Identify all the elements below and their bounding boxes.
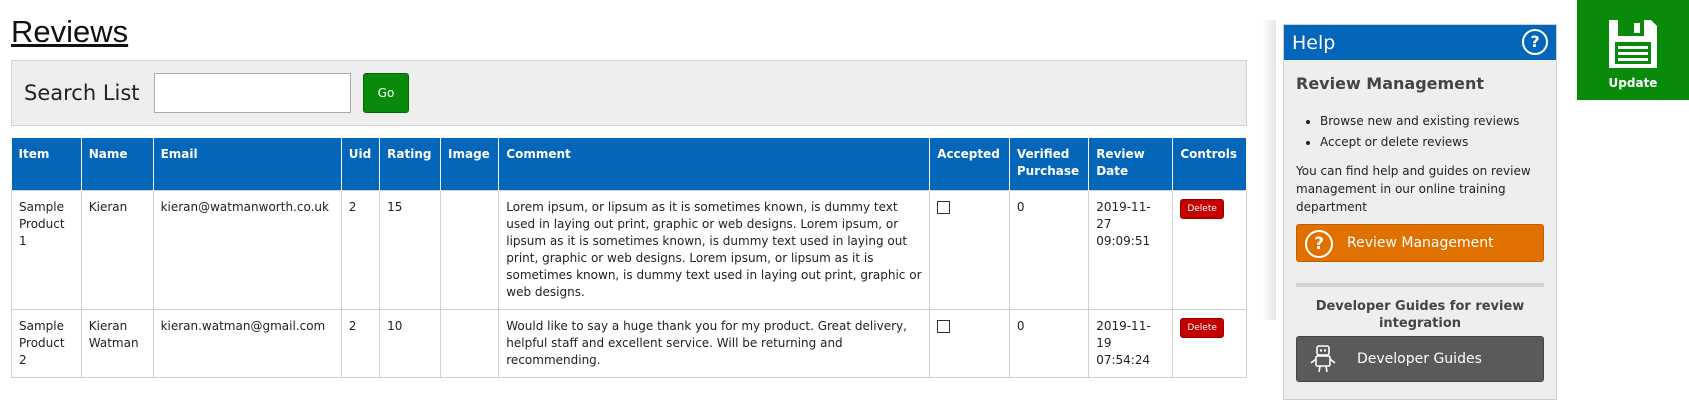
developer-guides-button[interactable]: Developer Guides: [1296, 336, 1544, 382]
help-question-icon[interactable]: ?: [1522, 29, 1548, 55]
column-header-review-date[interactable]: Review Date: [1088, 138, 1174, 190]
cell-image: [439, 308, 500, 378]
update-button-label: Update: [1608, 76, 1658, 90]
column-header-accepted[interactable]: Accepted: [929, 138, 1010, 190]
question-circle-icon: ?: [1305, 230, 1333, 258]
accepted-checkbox[interactable]: [937, 319, 951, 333]
cell-review-date: 2019-11-27 09:09:51: [1088, 189, 1174, 310]
column-header-email[interactable]: Email: [153, 138, 342, 190]
help-bullet: Browse new and existing reviews: [1320, 111, 1519, 132]
table-row: Sample Product 2 Kieran Watman kieran.wa…: [11, 308, 1247, 378]
cell-rating: 15: [379, 189, 441, 310]
column-header-item[interactable]: Item: [11, 138, 82, 190]
help-bullet-list: Browse new and existing reviews Accept o…: [1296, 111, 1519, 153]
help-section-title: Review Management: [1296, 74, 1485, 93]
cell-verified: 0: [1008, 308, 1090, 378]
reviews-table-wrap: Item Name Email Uid Rating Image Comment…: [11, 138, 1247, 378]
help-bullet: Accept or delete reviews: [1320, 132, 1519, 153]
delete-button[interactable]: Delete: [1180, 317, 1224, 338]
cell-comment: Lorem ipsum, or lipsum as it is sometime…: [498, 189, 931, 310]
cell-verified: 0: [1008, 189, 1090, 310]
search-label: Search List: [24, 81, 140, 105]
cell-review-date: 2019-11-19 07:54:24: [1088, 308, 1174, 378]
cell-uid: 2: [340, 189, 381, 310]
cell-name: Kieran Watman: [80, 308, 154, 378]
go-button[interactable]: Go: [363, 73, 409, 113]
help-divider: [1296, 283, 1544, 287]
cell-email: kieran@watmanworth.co.uk: [152, 189, 342, 310]
developer-guides-button-label: Developer Guides: [1357, 351, 1482, 367]
help-header: Help ?: [1284, 25, 1556, 60]
robot-icon: [1310, 345, 1336, 373]
table-header-row: Item Name Email Uid Rating Image Comment…: [11, 138, 1247, 190]
review-management-button[interactable]: ? Review Management: [1296, 224, 1544, 262]
column-header-controls: Controls: [1172, 138, 1247, 190]
cell-uid: 2: [340, 308, 381, 378]
page-title: Reviews: [11, 14, 129, 49]
delete-button[interactable]: Delete: [1180, 198, 1224, 219]
save-icon: [1609, 20, 1657, 68]
accepted-checkbox[interactable]: [937, 200, 951, 214]
review-management-button-label: Review Management: [1347, 235, 1494, 251]
developer-guides-title: Developer Guides for review integration: [1315, 299, 1525, 331]
cell-controls: Delete: [1172, 308, 1247, 378]
update-button[interactable]: Update: [1577, 0, 1689, 100]
table-row: Sample Product 1 Kieran kieran@watmanwor…: [11, 189, 1247, 310]
column-header-rating[interactable]: Rating: [379, 138, 441, 190]
cell-name: Kieran: [80, 189, 154, 310]
cell-accepted: [929, 308, 1010, 378]
column-header-verified-purchase[interactable]: Verified Purchase: [1009, 138, 1090, 190]
cell-item: Sample Product 2: [11, 308, 82, 378]
help-text: You can find help and guides on review m…: [1296, 164, 1531, 214]
cell-accepted: [929, 189, 1010, 310]
cell-email: kieran.watman@gmail.com: [152, 308, 342, 378]
cell-comment: Would like to say a huge thank you for m…: [498, 308, 931, 378]
column-header-comment[interactable]: Comment: [498, 138, 931, 190]
help-panel-shadow: [1262, 20, 1276, 320]
column-header-uid[interactable]: Uid: [341, 138, 381, 190]
cell-rating: 10: [379, 308, 441, 378]
help-panel: Help ? Review Management Browse new and …: [1283, 24, 1557, 400]
reviews-table: Item Name Email Uid Rating Image Comment…: [11, 138, 1247, 378]
help-title: Help: [1292, 32, 1336, 54]
search-bar: Search List Go: [11, 60, 1247, 126]
search-input[interactable]: [154, 73, 351, 113]
cell-item: Sample Product 1: [11, 189, 82, 310]
cell-controls: Delete: [1172, 189, 1247, 310]
cell-image: [439, 189, 500, 310]
column-header-name[interactable]: Name: [81, 138, 154, 190]
column-header-image[interactable]: Image: [440, 138, 500, 190]
